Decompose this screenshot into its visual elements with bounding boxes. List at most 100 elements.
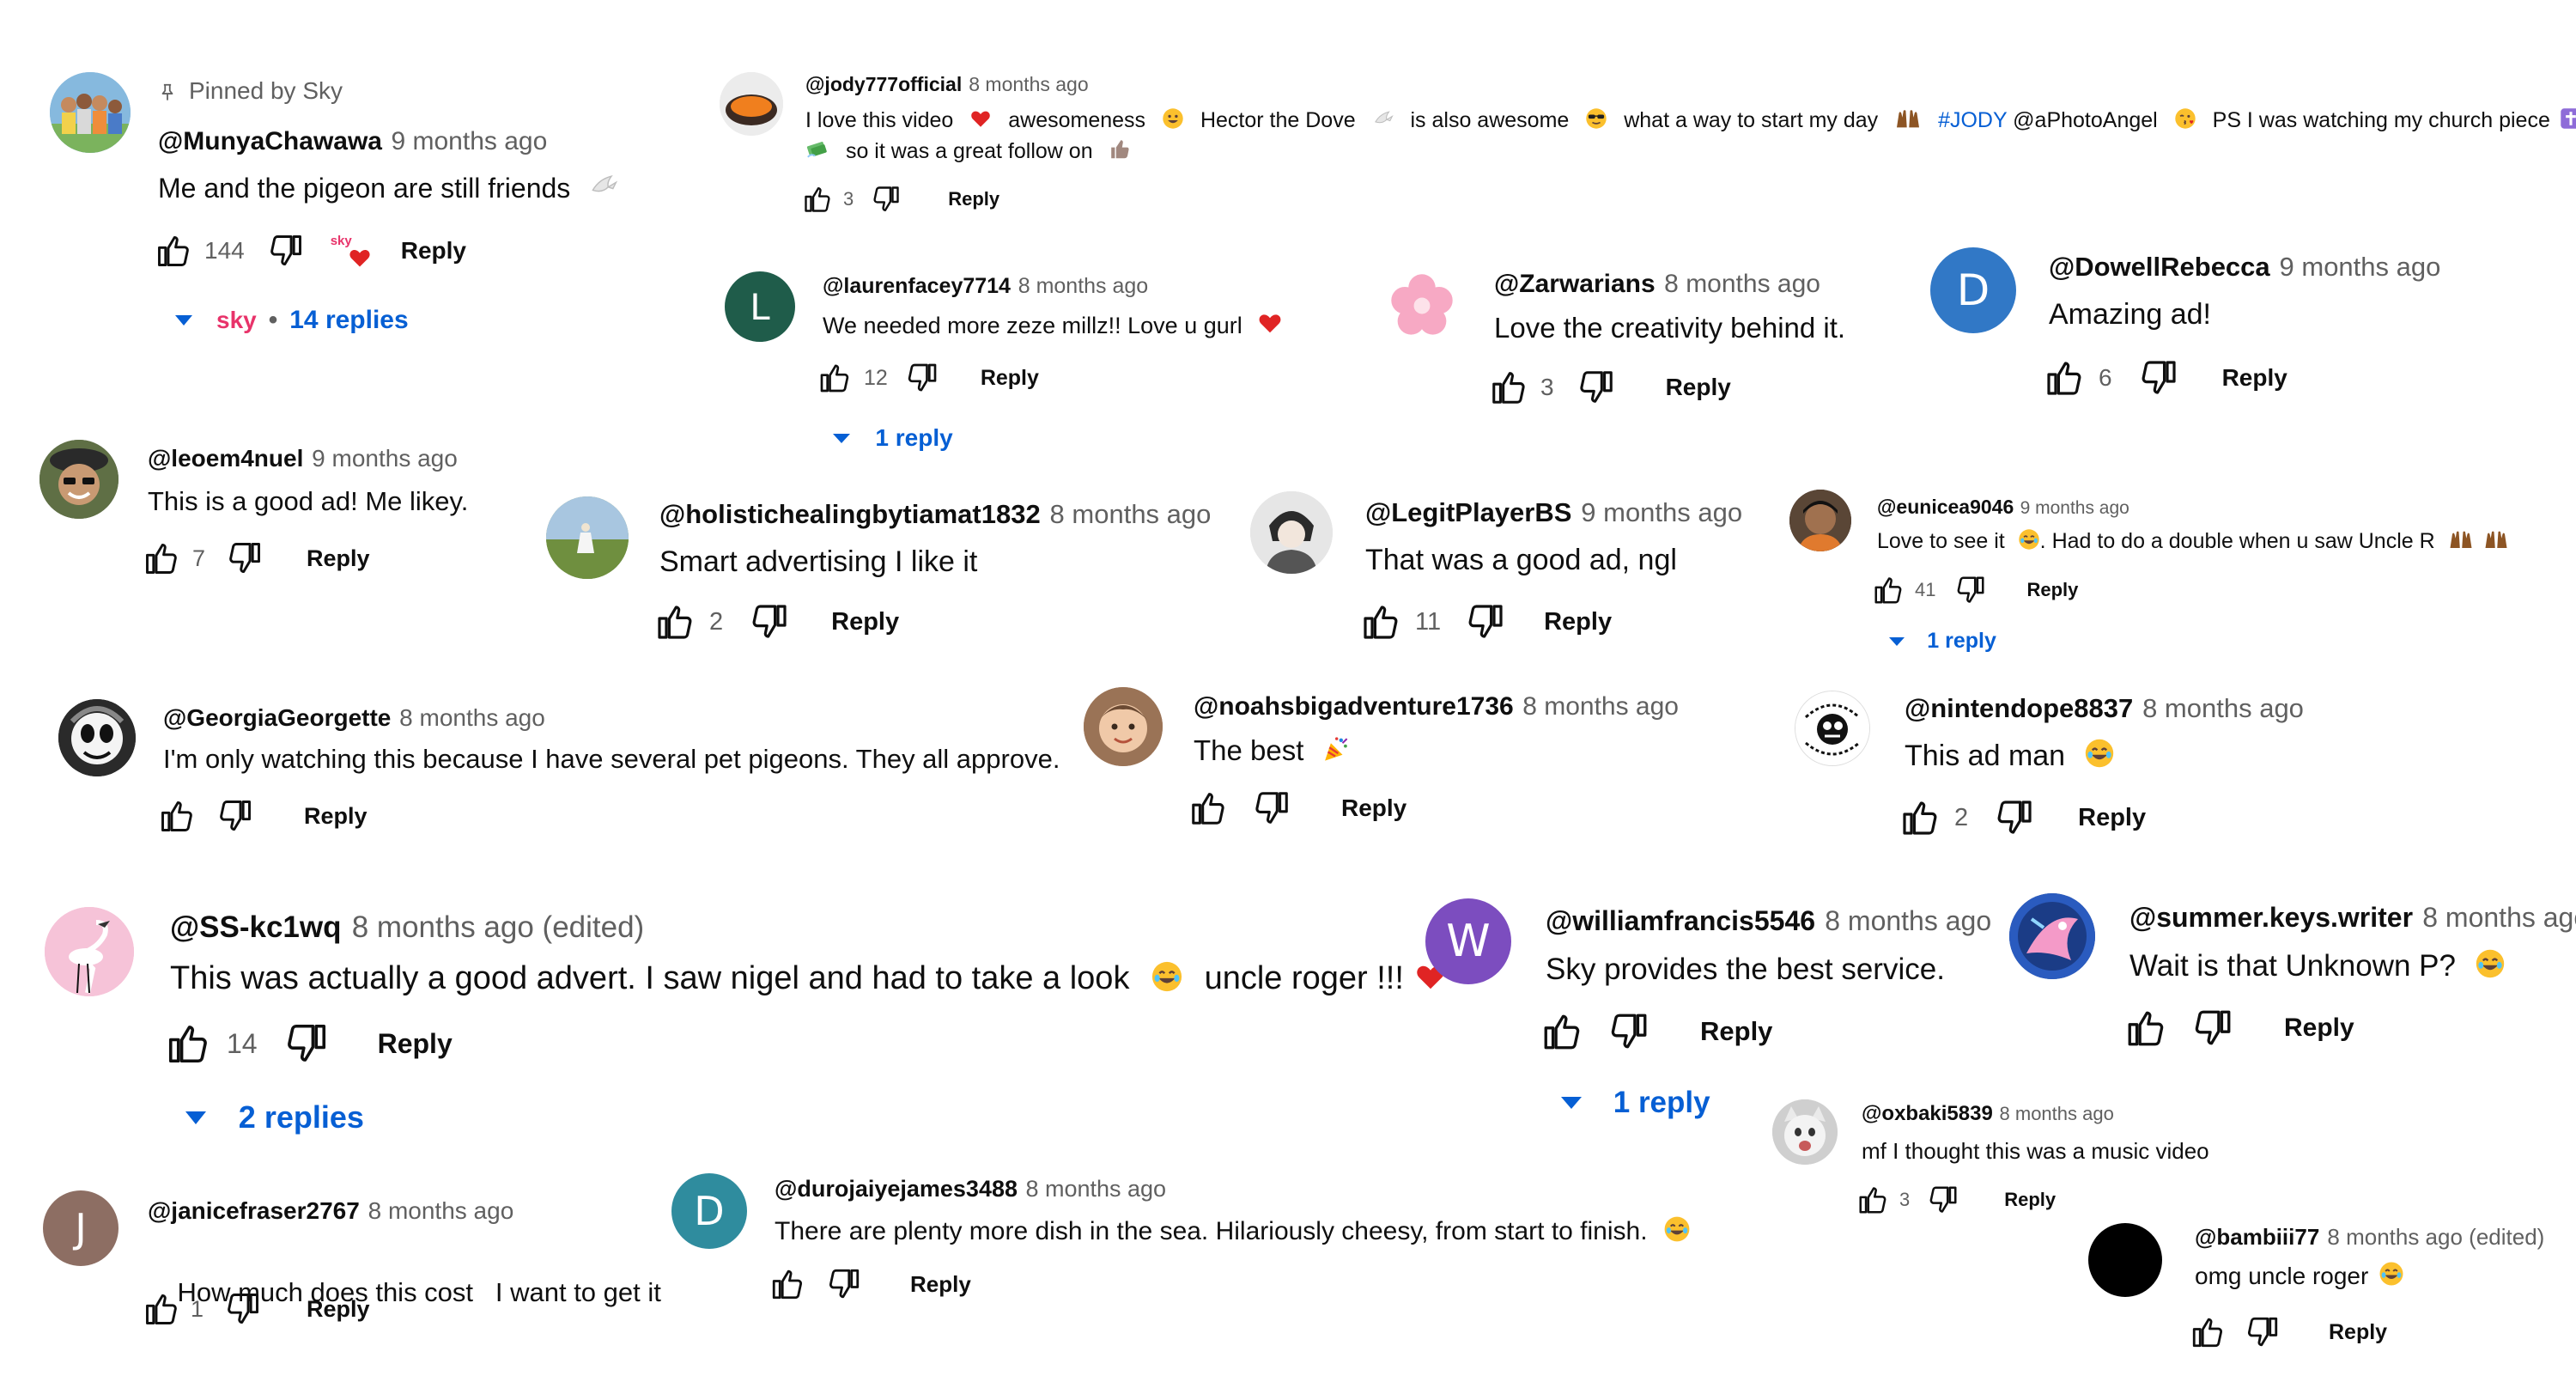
thumbs-down-icon[interactable] (1994, 797, 2035, 838)
avatar[interactable] (1250, 491, 1333, 574)
reply-button[interactable]: Reply (948, 188, 999, 210)
thumbs-down-icon[interactable] (1927, 1184, 1959, 1216)
thumbs-down-icon[interactable] (1252, 788, 1291, 828)
comment-author[interactable]: @holistichealingbytiamat1832 (659, 499, 1041, 529)
thumbs-up-icon[interactable] (1856, 1184, 1889, 1216)
reply-button[interactable]: Reply (2004, 1189, 2056, 1211)
comment-author[interactable]: @GeorgiaGeorgette (163, 704, 391, 731)
comment-author[interactable]: @eunicea9046 (1877, 496, 2014, 518)
hashtag-link[interactable]: #JODY (1938, 108, 2007, 132)
avatar[interactable] (1386, 270, 1458, 342)
avatar[interactable] (546, 496, 629, 579)
thumbs-down-icon[interactable] (2245, 1314, 2281, 1350)
thumbs-up-icon[interactable] (1872, 574, 1905, 606)
thumbs-up-icon[interactable] (1489, 368, 1528, 407)
comment-author[interactable]: @jody777official (805, 73, 962, 95)
comment-time[interactable]: 8 months ago (edited) (2327, 1224, 2544, 1250)
comment-time[interactable]: 8 months ago (1522, 692, 1679, 721)
thumbs-up-icon[interactable] (2044, 357, 2085, 399)
thumbs-up-icon[interactable] (143, 1290, 180, 1328)
comment-time[interactable]: 8 months ago (1664, 270, 1820, 298)
comment-time[interactable]: 8 months ago (1825, 905, 1991, 936)
avatar[interactable] (1772, 1099, 1838, 1165)
avatar[interactable] (58, 699, 136, 776)
reply-button[interactable]: Reply (981, 366, 1039, 391)
thumbs-down-icon[interactable] (2138, 357, 2179, 399)
avatar[interactable]: J (43, 1190, 118, 1266)
comment-time[interactable]: 9 months ago (2020, 498, 2129, 518)
comment-author[interactable]: @oxbaki5839 (1862, 1102, 1993, 1125)
comment-author[interactable]: @MunyaChawawa (158, 127, 382, 155)
thumbs-down-icon[interactable] (826, 1266, 862, 1302)
comment-author[interactable]: @DowellRebecca (2049, 252, 2270, 282)
comment-time[interactable]: 8 months ago (368, 1197, 514, 1224)
comment-author[interactable]: @Zarwarians (1494, 270, 1656, 298)
reply-button[interactable]: Reply (1341, 794, 1406, 822)
comment-author[interactable]: @janicefraser2767 (148, 1197, 360, 1224)
comment-author[interactable]: @bambiii77 (2195, 1224, 2319, 1250)
avatar[interactable]: W (1425, 898, 1511, 984)
view-replies-button[interactable]: 1 reply (1889, 629, 1996, 654)
reply-button[interactable]: Reply (1700, 1016, 1772, 1047)
avatar[interactable]: D (1930, 247, 2016, 333)
comment-time[interactable]: 8 months ago (edited) (352, 910, 644, 944)
thumbs-up-icon[interactable] (165, 1020, 211, 1067)
avatar[interactable] (720, 72, 783, 136)
comment-author[interactable]: @williamfrancis5546 (1546, 905, 1815, 936)
avatar[interactable] (50, 72, 131, 153)
avatar[interactable] (1789, 490, 1851, 551)
thumbs-down-icon[interactable] (1577, 368, 1616, 407)
comment-author[interactable]: @laurenfacey7714 (823, 274, 1011, 298)
thumbs-up-icon[interactable] (1540, 1010, 1583, 1053)
comment-author[interactable]: @noahsbigadventure1736 (1194, 692, 1514, 721)
view-replies-button[interactable]: sky • 14 replies (175, 306, 409, 335)
replies-count[interactable]: 1 reply (875, 424, 952, 452)
thumbs-down-icon[interactable] (226, 539, 264, 577)
comment-time[interactable]: 8 months ago (1050, 499, 1212, 529)
comment-author[interactable]: @nintendope8837 (1905, 693, 2133, 723)
reply-button[interactable]: Reply (2222, 364, 2287, 392)
comment-time[interactable]: 8 months ago (399, 704, 545, 731)
reply-button[interactable]: Reply (2078, 804, 2146, 832)
comment-time[interactable]: 9 months ago (2280, 252, 2441, 282)
avatar[interactable]: D (671, 1173, 747, 1249)
thumbs-up-icon[interactable] (654, 601, 696, 642)
thumbs-down-icon[interactable] (1954, 574, 1987, 606)
thumbs-down-icon[interactable] (283, 1020, 330, 1067)
replies-count[interactable]: 1 reply (1927, 629, 1996, 654)
thumbs-up-icon[interactable] (817, 361, 852, 395)
reply-button[interactable]: Reply (910, 1271, 971, 1298)
comment-time[interactable]: 9 months ago (312, 445, 458, 472)
comment-time[interactable]: 8 months ago (2000, 1103, 2114, 1124)
comment-time[interactable]: 9 months ago (391, 127, 547, 155)
replies-count[interactable]: 1 reply (1613, 1086, 1710, 1120)
thumbs-down-icon[interactable] (905, 361, 939, 395)
comment-time[interactable]: 8 months ago (2422, 902, 2576, 933)
thumbs-down-icon[interactable] (216, 797, 254, 835)
avatar[interactable] (39, 440, 118, 519)
comment-time[interactable]: 8 months ago (1018, 274, 1149, 298)
reply-button[interactable]: Reply (831, 608, 899, 636)
reply-button[interactable]: Reply (2329, 1320, 2387, 1345)
reply-button[interactable]: Reply (307, 1296, 370, 1323)
reply-button[interactable]: Reply (2026, 579, 2078, 601)
thumbs-up-icon[interactable] (143, 539, 180, 577)
thumbs-up-icon[interactable] (1188, 788, 1228, 828)
replies-count[interactable]: 14 replies (289, 306, 408, 335)
comment-author[interactable]: @durojaiyejames3488 (775, 1176, 1018, 1202)
avatar[interactable] (2009, 893, 2095, 979)
avatar[interactable] (45, 907, 134, 996)
reply-button[interactable]: Reply (307, 545, 370, 572)
view-replies-button[interactable]: 1 reply (833, 424, 953, 452)
thumbs-up-icon[interactable] (1899, 797, 1941, 838)
comment-author[interactable]: @leoem4nuel (148, 445, 303, 472)
thumbs-up-icon[interactable] (2124, 1007, 2167, 1050)
avatar[interactable]: L (725, 271, 795, 342)
comment-author[interactable]: @summer.keys.writer (2129, 902, 2413, 933)
comment-time[interactable]: 8 months ago (2142, 693, 2304, 723)
thumbs-up-icon[interactable] (155, 232, 192, 270)
view-replies-button[interactable]: 1 reply (1561, 1086, 1710, 1120)
comment-author[interactable]: @LegitPlayerBS (1365, 497, 1571, 527)
reply-button[interactable]: Reply (378, 1028, 453, 1060)
reply-button[interactable]: Reply (401, 237, 466, 265)
